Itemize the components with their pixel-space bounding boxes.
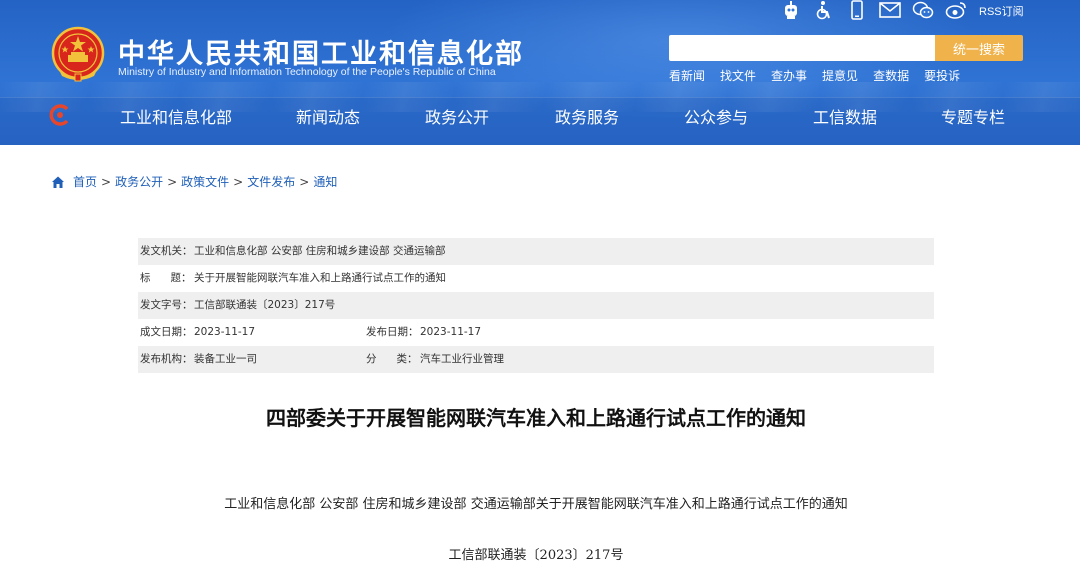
title-label: 标 题： [140, 265, 192, 292]
quick-link-documents[interactable]: 找文件 [720, 67, 756, 84]
site-name-english: Ministry of Industry and Information Tec… [118, 66, 496, 78]
document-subtitle: 工业和信息化部 公安部 住房和城乡建设部 交通运输部关于开展智能网联汽车准入和上… [224, 497, 848, 512]
title-value: 关于开展智能网联汽车准入和上路通行试点工作的通知 [194, 272, 446, 284]
mobile-icon[interactable] [846, 0, 868, 20]
quick-link-data[interactable]: 查数据 [873, 67, 909, 84]
quick-links: 看新闻 找文件 查办事 提意见 查数据 要投诉 [669, 67, 975, 84]
breadcrumb-file-release[interactable]: 文件发布 [247, 173, 295, 190]
document-number: 工信部联通装〔2023〕217号 [448, 548, 624, 563]
main-nav: 工业和信息化部 新闻动态 政务公开 政务服务 公众参与 工信数据 专题专栏 [0, 104, 1080, 128]
category-value: 汽车工业行业管理 [420, 353, 504, 365]
meta-row-dates: 成文日期： 2023-11-17 发布日期： 2023-11-17 [138, 319, 934, 346]
breadcrumb-notice[interactable]: 通知 [313, 173, 337, 190]
quick-link-complaint[interactable]: 要投诉 [924, 67, 960, 84]
issuer-value: 工业和信息化部 公安部 住房和城乡建设部 交通运输部 [194, 245, 446, 257]
breadcrumb-separator: > [101, 174, 112, 189]
breadcrumb: 首页 > 政务公开 > 政策文件 > 文件发布 > 通知 [51, 173, 337, 190]
created-date-value: 2023-11-17 [194, 326, 256, 338]
breadcrumb-government-affairs[interactable]: 政务公开 [115, 173, 163, 190]
org-label: 发布机构： [140, 353, 193, 365]
nav-item-ministry[interactable]: 工业和信息化部 [120, 104, 232, 128]
wechat-icon[interactable] [912, 0, 934, 20]
robot-icon[interactable] [780, 0, 802, 20]
accessibility-icon[interactable] [813, 0, 835, 20]
weibo-icon[interactable] [945, 0, 967, 20]
breadcrumb-home[interactable]: 首页 [73, 173, 97, 190]
nav-item-government-services[interactable]: 政务服务 [555, 104, 619, 128]
breadcrumb-separator: > [167, 174, 178, 189]
breadcrumb-policy-documents[interactable]: 政策文件 [181, 173, 229, 190]
breadcrumb-separator: > [233, 174, 244, 189]
top-icon-bar [780, 0, 978, 20]
created-date-label: 成文日期： [140, 326, 193, 338]
category-label-part: 类： [396, 353, 418, 365]
doc-number-value: 工信部联通装〔2023〕217号 [194, 299, 336, 311]
meta-row-issuer: 发文机关： 工业和信息化部 公安部 住房和城乡建设部 交通运输部 [138, 238, 934, 265]
issuer-label: 发文机关： [140, 245, 193, 257]
mail-icon[interactable] [879, 0, 901, 20]
quick-link-news[interactable]: 看新闻 [669, 67, 705, 84]
national-emblem-icon[interactable] [51, 26, 105, 82]
quick-link-services[interactable]: 查办事 [771, 67, 807, 84]
meta-row-title: 标 题： 关于开展智能网联汽车准入和上路通行试点工作的通知 [138, 265, 934, 292]
category-label-part: 分 [366, 353, 377, 365]
home-icon[interactable] [51, 175, 65, 189]
doc-number-label: 发文字号： [140, 299, 193, 311]
meta-row-org-category: 发布机构： 装备工业一司 分 类： 汽车工业行业管理 [138, 346, 934, 373]
category-label: 分 类： [366, 346, 418, 373]
meta-row-doc-number: 发文字号： 工信部联通装〔2023〕217号 [138, 292, 934, 319]
document-title: 四部委关于开展智能网联汽车准入和上路通行试点工作的通知 [266, 406, 806, 430]
nav-item-news[interactable]: 新闻动态 [296, 104, 360, 128]
published-date-value: 2023-11-17 [420, 326, 482, 338]
quick-link-feedback[interactable]: 提意见 [822, 67, 858, 84]
unified-search-button[interactable]: 统一搜索 [935, 35, 1023, 61]
nav-item-topics[interactable]: 专题专栏 [941, 104, 1005, 128]
org-value: 装备工业一司 [194, 353, 257, 365]
search-input[interactable] [669, 35, 935, 61]
nav-item-data[interactable]: 工信数据 [813, 104, 877, 128]
nav-item-public-participation[interactable]: 公众参与 [684, 104, 748, 128]
published-date-label: 发布日期： [366, 326, 419, 338]
rss-link[interactable]: RSS订阅 [979, 3, 1024, 19]
document-metadata-table: 发文机关： 工业和信息化部 公安部 住房和城乡建设部 交通运输部 标 题： 关于开… [138, 238, 934, 373]
nav-item-government-affairs[interactable]: 政务公开 [425, 104, 489, 128]
breadcrumb-separator: > [299, 174, 310, 189]
title-label-part: 标 [140, 272, 151, 284]
title-label-part: 题： [170, 272, 192, 284]
